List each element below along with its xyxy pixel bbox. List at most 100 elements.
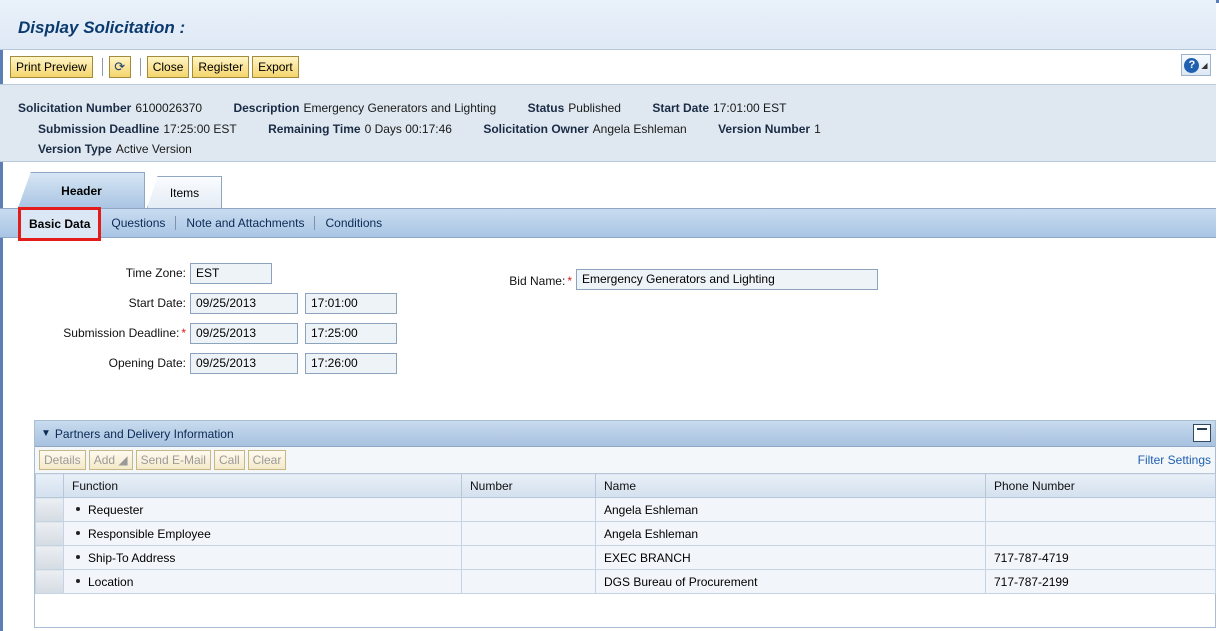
select-all-cell[interactable] bbox=[35, 473, 64, 498]
partners-toolbar: Details Add ◢ Send E-Mail Call Clear Fil… bbox=[35, 447, 1215, 473]
register-button[interactable]: Register bbox=[192, 56, 250, 78]
description-label: Description bbox=[233, 101, 300, 115]
summary-line-1: Solicitation Number 6100026370 Descriptio… bbox=[18, 101, 814, 115]
bullet-icon bbox=[76, 579, 80, 584]
toolbar-separator bbox=[139, 58, 141, 76]
subtab-questions[interactable]: Questions bbox=[101, 216, 175, 230]
subtab-note-and-attachments[interactable]: Note and Attachments bbox=[176, 216, 314, 230]
help-icon: ? bbox=[1184, 57, 1200, 73]
bid-name-label: Bid Name: * bbox=[420, 274, 572, 288]
bullet-icon bbox=[76, 531, 80, 536]
tab-header[interactable]: Header bbox=[18, 172, 145, 208]
name-cell: Angela Eshleman bbox=[595, 497, 986, 522]
summary-line-3: Version Type Active Version bbox=[38, 142, 220, 156]
clear-button[interactable]: Clear bbox=[247, 450, 287, 470]
column-header-name[interactable]: Name bbox=[595, 473, 986, 498]
function-text: Responsible Employee bbox=[88, 526, 211, 541]
solicitation-number-label: Solicitation Number bbox=[18, 101, 132, 115]
refresh-icon[interactable]: ⟳ bbox=[108, 56, 131, 78]
opening-date-label: Opening Date: bbox=[108, 356, 186, 370]
remaining-time-label: Remaining Time bbox=[268, 122, 361, 136]
sub-tabs: Basic Data Questions Note and Attachment… bbox=[0, 207, 1216, 241]
name-cell: EXEC BRANCH bbox=[595, 545, 986, 570]
opening-time-field[interactable]: 17:26:00 bbox=[305, 353, 397, 374]
bullet-icon bbox=[76, 507, 80, 512]
expand-triangle-icon: ▼ bbox=[41, 428, 51, 439]
close-button[interactable]: Close bbox=[146, 56, 190, 78]
add-button[interactable]: Add ◢ bbox=[88, 450, 133, 470]
function-cell: Requester bbox=[63, 497, 462, 522]
tab-items[interactable]: Items bbox=[147, 176, 222, 208]
phone-cell bbox=[985, 521, 1216, 546]
time-zone-label: Time Zone: bbox=[125, 266, 186, 280]
required-marker: * bbox=[181, 326, 186, 340]
name-cell: Angela Eshleman bbox=[595, 521, 986, 546]
table-row[interactable]: Requester Angela Eshleman bbox=[35, 497, 1216, 522]
table-row[interactable]: Ship-To Address EXEC BRANCH 717-787-4719 bbox=[35, 545, 1216, 570]
dropdown-arrow-icon: ◢ bbox=[1201, 60, 1208, 70]
opening-date-field[interactable]: 09/25/2013 bbox=[190, 353, 298, 374]
submission-deadline-text: Submission Deadline: bbox=[63, 326, 180, 340]
phone-cell: 717-787-4719 bbox=[985, 545, 1216, 570]
filter-settings-link[interactable]: Filter Settings bbox=[1138, 453, 1211, 467]
title-bar: Display Solicitation : bbox=[0, 0, 1216, 50]
number-cell bbox=[461, 521, 596, 546]
start-date-field[interactable]: 09/25/2013 bbox=[190, 293, 298, 314]
print-preview-button[interactable]: Print Preview bbox=[10, 56, 93, 78]
partners-panel: ▼ Partners and Delivery Information Deta… bbox=[34, 420, 1216, 628]
phone-cell: 717-787-2199 bbox=[985, 569, 1216, 594]
page-title: Display Solicitation : bbox=[18, 18, 186, 37]
solicitation-number-value: 6100026370 bbox=[135, 101, 203, 115]
function-cell: Ship-To Address bbox=[63, 545, 462, 570]
number-cell bbox=[461, 497, 596, 522]
submission-deadline-form-label: Submission Deadline: * bbox=[0, 326, 186, 340]
function-cell: Responsible Employee bbox=[63, 521, 462, 546]
remaining-time-value: 0 Days 00:17:46 bbox=[364, 122, 452, 136]
partners-panel-header[interactable]: ▼ Partners and Delivery Information bbox=[35, 421, 1215, 447]
function-text: Ship-To Address bbox=[88, 550, 176, 565]
partners-table: Function Number Name Phone Number Reques… bbox=[35, 473, 1216, 594]
summary-line-2: Submission Deadline 17:25:00 EST Remainin… bbox=[38, 122, 849, 136]
submission-date-field[interactable]: 09/25/2013 bbox=[190, 323, 298, 344]
submission-time-field[interactable]: 17:25:00 bbox=[305, 323, 397, 344]
solicitation-summary: Solicitation Number 6100026370 Descriptio… bbox=[0, 84, 1216, 162]
number-cell bbox=[461, 569, 596, 594]
send-email-button[interactable]: Send E-Mail bbox=[135, 450, 211, 470]
start-time-field[interactable]: 17:01:00 bbox=[305, 293, 397, 314]
time-zone-field[interactable]: EST bbox=[190, 263, 272, 284]
main-toolbar: Print Preview ⟳ Close Register Export bbox=[10, 55, 302, 79]
table-row[interactable]: Responsible Employee Angela Eshleman bbox=[35, 521, 1216, 546]
description-value: Emergency Generators and Lighting bbox=[303, 101, 497, 115]
help-button[interactable]: ? ◢ bbox=[1181, 54, 1211, 76]
row-selector[interactable] bbox=[35, 569, 64, 594]
column-header-number[interactable]: Number bbox=[461, 473, 596, 498]
collapse-icon[interactable] bbox=[1193, 424, 1211, 442]
table-row[interactable]: Location DGS Bureau of Procurement 717-7… bbox=[35, 569, 1216, 594]
function-text: Requester bbox=[88, 502, 144, 517]
version-type-label: Version Type bbox=[38, 142, 112, 156]
bid-name-field[interactable]: Emergency Generators and Lighting bbox=[576, 269, 878, 290]
function-cell: Location bbox=[63, 569, 462, 594]
solicitation-owner-label: Solicitation Owner bbox=[483, 122, 589, 136]
column-header-function[interactable]: Function bbox=[63, 473, 462, 498]
solicitation-owner-value: Angela Eshleman bbox=[592, 122, 687, 136]
name-cell: DGS Bureau of Procurement bbox=[595, 569, 986, 594]
details-button[interactable]: Details bbox=[39, 450, 86, 470]
version-number-label: Version Number bbox=[718, 122, 811, 136]
start-date-value: 17:01:00 EST bbox=[713, 101, 787, 115]
column-header-phone[interactable]: Phone Number bbox=[985, 473, 1216, 498]
submission-deadline-value: 17:25:00 EST bbox=[163, 122, 237, 136]
required-marker: * bbox=[567, 274, 572, 288]
bid-name-text: Bid Name: bbox=[509, 274, 566, 288]
status-label: Status bbox=[527, 101, 565, 115]
row-selector[interactable] bbox=[35, 497, 64, 522]
bullet-icon bbox=[76, 555, 80, 560]
row-selector[interactable] bbox=[35, 545, 64, 570]
row-selector[interactable] bbox=[35, 521, 64, 546]
status-value: Published bbox=[568, 101, 621, 115]
submission-deadline-label: Submission Deadline bbox=[38, 122, 160, 136]
export-button[interactable]: Export bbox=[252, 56, 299, 78]
subtab-conditions[interactable]: Conditions bbox=[315, 216, 392, 230]
subtab-basic-data[interactable]: Basic Data bbox=[18, 207, 102, 241]
call-button[interactable]: Call bbox=[213, 450, 245, 470]
